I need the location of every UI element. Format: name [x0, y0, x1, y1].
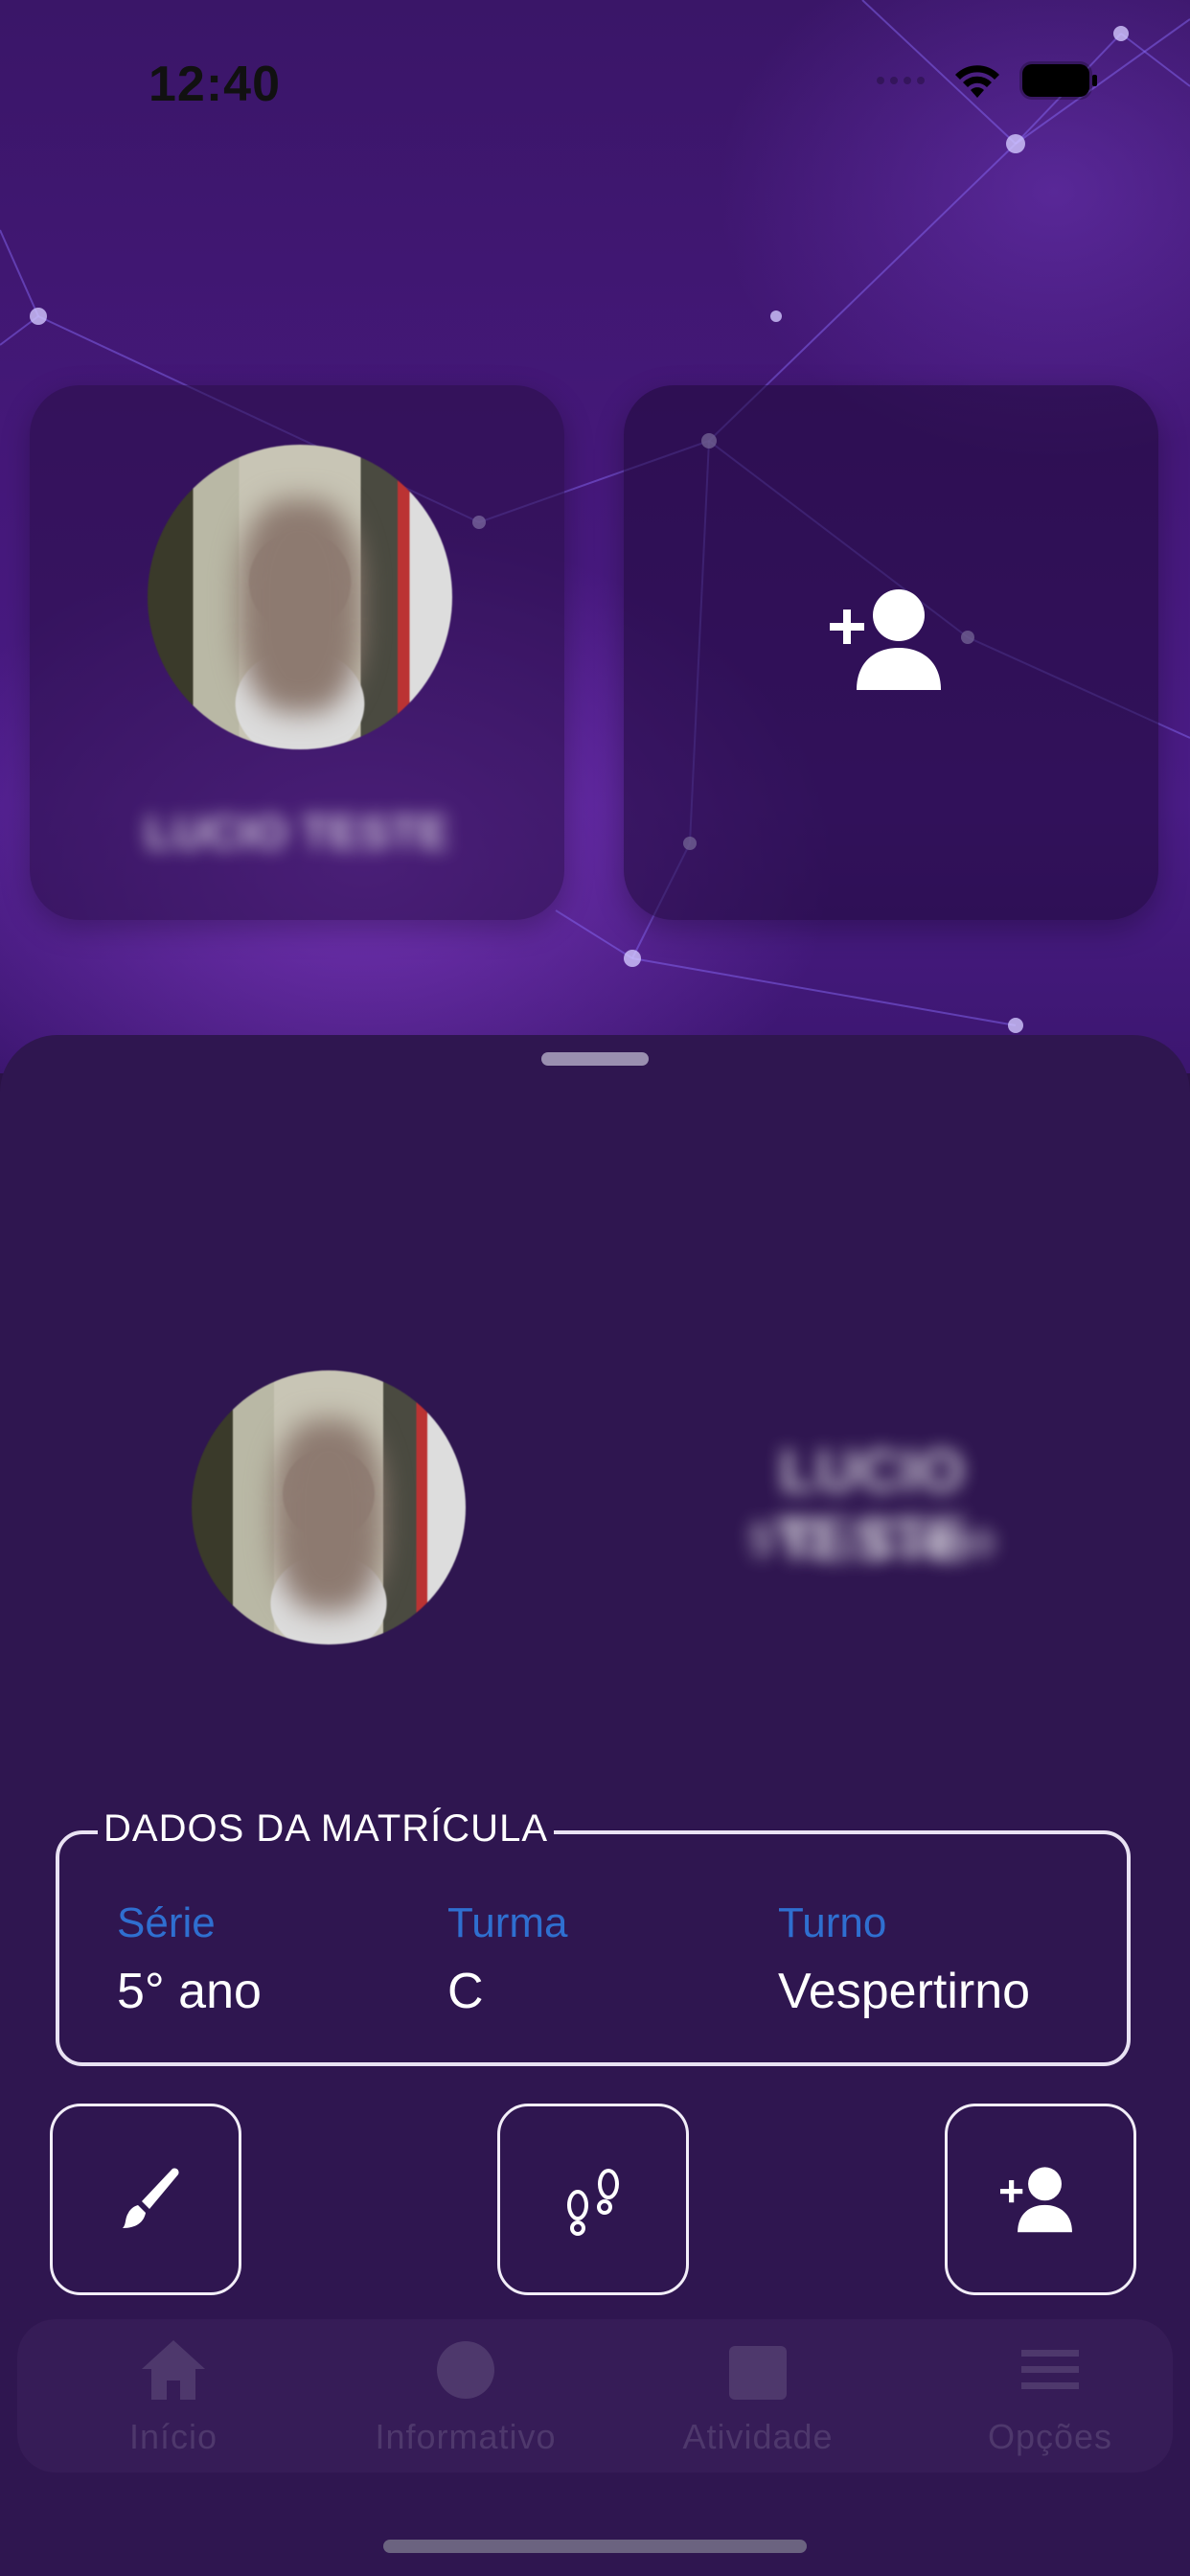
sheet-grabber[interactable]	[541, 1052, 649, 1066]
student-avatar	[192, 1370, 466, 1644]
tab-inicio[interactable]: Início	[30, 2336, 317, 2457]
field-turma: Turma C	[447, 1899, 568, 2020]
menu-icon	[1021, 2350, 1079, 2389]
tab-label: Opções	[987, 2417, 1113, 2456]
signal-icon	[877, 77, 925, 84]
field-label: Série	[117, 1899, 216, 1946]
brush-icon	[123, 2168, 179, 2228]
add-profile-card[interactable]	[624, 385, 1158, 920]
user-plus-icon	[830, 589, 941, 690]
tab-atividade[interactable]: Atividade	[614, 2336, 902, 2457]
wifi-icon	[955, 65, 999, 98]
info-icon	[437, 2341, 494, 2399]
profile-avatar	[148, 445, 452, 749]
enrollment-legend: DADOS DA MATRÍCULA	[98, 1807, 554, 1851]
field-turno: Turno Vespertirno	[778, 1899, 1030, 2020]
tab-informativo[interactable]: Informativo	[322, 2336, 609, 2457]
field-serie: Série 5° ano	[117, 1899, 262, 2020]
user-plus-icon	[1000, 2167, 1072, 2233]
student-detail: 5°C - C.ano	[748, 1515, 995, 1566]
footprints-icon	[567, 2169, 619, 2236]
field-value: Vespertirno	[778, 1964, 1031, 2019]
calendar-icon	[729, 2346, 787, 2400]
tab-opcoes[interactable]: Opções	[906, 2336, 1190, 2457]
field-label: Turma	[447, 1899, 568, 1946]
home-indicator	[383, 2540, 807, 2553]
footprints-button[interactable]	[497, 2104, 689, 2295]
add-student-button[interactable]	[945, 2104, 1136, 2295]
home-icon	[142, 2340, 205, 2400]
tab-label: Atividade	[682, 2417, 834, 2456]
profile-name: LUCIO TESTE	[145, 808, 449, 859]
profile-card-current[interactable]: LUCIO TESTE	[30, 385, 564, 920]
field-value: C	[447, 1964, 484, 2019]
battery-icon	[1022, 64, 1097, 97]
brush-button[interactable]	[50, 2104, 241, 2295]
status-icons	[875, 61, 1097, 100]
field-value: 5° ano	[117, 1964, 262, 2019]
enrollment-data-panel: DADOS DA MATRÍCULA Série 5° ano Turma C …	[56, 1807, 1131, 2066]
field-label: Turno	[778, 1899, 887, 1946]
tab-label: Informativo	[375, 2417, 557, 2456]
status-time: 12:40	[149, 57, 281, 112]
student-sheet: LUCIO TESTE 5°C - C.ano DADOS DA MATRÍCU…	[0, 1035, 1190, 2576]
tab-label: Início	[128, 2417, 218, 2456]
tab-bar: Início Informativo Atividade Opções	[17, 2319, 1173, 2472]
